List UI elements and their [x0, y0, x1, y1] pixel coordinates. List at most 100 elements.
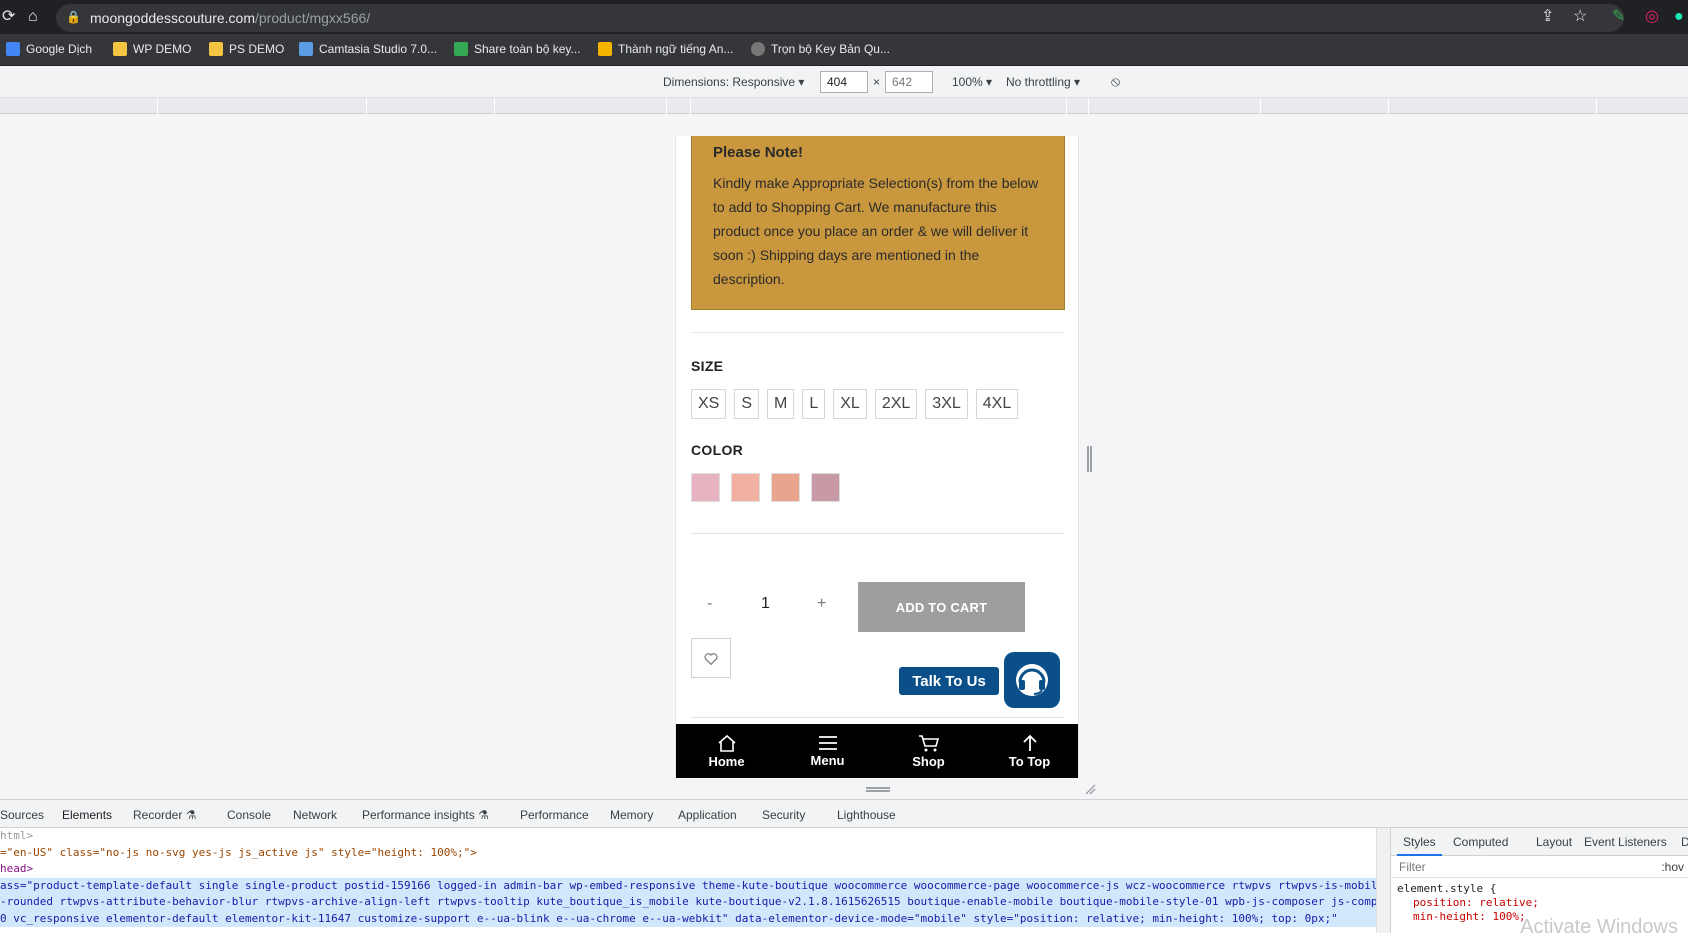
tab-network[interactable]: Network: [293, 808, 337, 822]
flag-icon: [454, 42, 468, 56]
bookmark-label: Thành ngữ tiếng An...: [618, 42, 734, 56]
bookmark-label: Share toàn bộ key...: [474, 42, 581, 56]
size-option-3xl[interactable]: 3XL: [925, 389, 968, 419]
tab-application[interactable]: Application: [678, 808, 737, 822]
bottom-nav: Home Menu Shop To Top: [676, 724, 1078, 778]
divider: [691, 332, 1065, 333]
filter-input[interactable]: Filter: [1399, 860, 1426, 874]
bookmark-wp-demo[interactable]: WP DEMO: [113, 42, 191, 56]
color-swatch[interactable]: [811, 473, 840, 502]
resize-handle-right[interactable]: [1087, 446, 1092, 472]
tab-security[interactable]: Security: [762, 808, 805, 822]
size-option-m[interactable]: M: [767, 389, 795, 419]
color-label: COLOR: [691, 442, 744, 458]
bookmark-google-dich[interactable]: Google Dịch: [6, 42, 92, 56]
tab-layout[interactable]: Layout: [1536, 835, 1572, 849]
color-swatch[interactable]: [771, 473, 800, 502]
tab-performance-insights[interactable]: Performance insights ⚗: [362, 808, 489, 822]
quantity-stepper: - 1 +: [691, 581, 841, 631]
throttle-label: No throttling: [1006, 75, 1071, 89]
width-input[interactable]: 404: [820, 71, 868, 93]
code-line[interactable]: head>: [0, 861, 1376, 878]
color-options: [691, 473, 840, 502]
device-toolbar: Dimensions: Responsive ▾ 404 × 642 100% …: [0, 66, 1688, 98]
size-option-xs[interactable]: XS: [691, 389, 727, 419]
wishlist-button[interactable]: [691, 638, 731, 678]
url-text[interactable]: moongoddesscouture.com/product/mgxx566/: [90, 10, 370, 26]
size-option-xl[interactable]: XL: [833, 389, 867, 419]
reload-icon[interactable]: ⟳: [2, 9, 15, 25]
bookmark-tron-bo-key[interactable]: Trọn bộ Key Bản Qu...: [751, 42, 890, 56]
bookmark-camtasia[interactable]: Camtasia Studio 7.0...: [299, 42, 437, 56]
dimensions-select[interactable]: Dimensions: Responsive ▾: [663, 75, 804, 89]
lock-icon[interactable]: 🔒: [66, 9, 81, 25]
nav-to-top[interactable]: To Top: [979, 724, 1078, 778]
devtools-tabs: Sources Elements Recorder ⚗ Console Netw…: [0, 799, 1688, 830]
nav-home[interactable]: Home: [676, 724, 777, 778]
code-line-selected[interactable]: ass="product-template-default single sin…: [0, 877, 1376, 894]
tab-elements[interactable]: Elements: [51, 808, 123, 830]
folder-icon: [113, 42, 127, 56]
throttle-select[interactable]: No throttling ▾: [1006, 75, 1080, 89]
hov-toggle[interactable]: :hov: [1661, 860, 1684, 874]
tab-performance[interactable]: Performance: [520, 808, 589, 822]
bookmark-label: WP DEMO: [133, 42, 192, 56]
size-option-4xl[interactable]: 4XL: [975, 389, 1019, 419]
qty-minus-button[interactable]: -: [707, 595, 712, 613]
bookmarks-bar: Google Dịch WP DEMO PS DEMO Camtasia Stu…: [0, 34, 1688, 66]
resize-corner-icon[interactable]: [1084, 783, 1096, 795]
elements-scrollbar[interactable]: [1376, 828, 1390, 933]
times-sign: ×: [873, 75, 881, 89]
styles-filter[interactable]: Filter :hov: [1391, 856, 1688, 878]
tab-memory[interactable]: Memory: [610, 808, 653, 822]
tab-console[interactable]: Console: [227, 808, 271, 822]
extension-icon[interactable]: ✎: [1612, 9, 1625, 25]
height-input[interactable]: 642: [885, 71, 933, 93]
size-option-2xl[interactable]: 2XL: [874, 389, 918, 419]
media-query-ruler[interactable]: [0, 98, 1688, 114]
code-line[interactable]: ="en-US" class="no-js no-svg yes-js js_a…: [0, 845, 1376, 862]
size-option-l[interactable]: L: [802, 389, 826, 419]
zoom-select[interactable]: 100% ▾: [952, 75, 992, 89]
code-line-selected[interactable]: -rounded rtwpvs-attribute-behavior-blur …: [0, 894, 1376, 911]
tab-more[interactable]: D: [1681, 835, 1688, 849]
tab-lighthouse[interactable]: Lighthouse: [837, 808, 896, 822]
styles-tabs: Styles Computed Layout Event Listeners D: [1391, 828, 1688, 856]
color-swatch[interactable]: [731, 473, 760, 502]
tab-computed[interactable]: Computed: [1453, 835, 1508, 849]
rotate-icon[interactable]: ⦸: [1111, 73, 1120, 90]
size-option-s[interactable]: S: [734, 389, 760, 419]
nav-shop[interactable]: Shop: [878, 724, 979, 778]
extension-green-icon[interactable]: ●: [1674, 9, 1684, 25]
style-prop[interactable]: position: relative;: [1397, 896, 1682, 910]
extension-color-icon[interactable]: ◎: [1645, 9, 1659, 25]
nav-shop-label: Shop: [912, 753, 945, 769]
code-line-selected[interactable]: 0 vc_responsive elementor-default elemen…: [0, 910, 1376, 927]
pencil-icon: [598, 42, 612, 56]
home-icon[interactable]: ⌂: [28, 9, 38, 25]
device-viewport: Please Note! Kindly make Appropriate Sel…: [675, 136, 1079, 778]
size-label: SIZE: [691, 358, 724, 374]
tab-sources[interactable]: Sources: [0, 808, 44, 822]
tab-styles[interactable]: Styles: [1397, 835, 1442, 856]
add-to-cart-button[interactable]: ADD TO CART: [858, 582, 1025, 632]
share-icon[interactable]: ⇪: [1541, 9, 1554, 25]
note-body: Kindly make Appropriate Selection(s) fro…: [713, 175, 1039, 287]
cart-icon: [918, 734, 939, 751]
code-line[interactable]: html>: [0, 828, 1376, 845]
talk-to-us-button[interactable]: Talk To Us: [899, 667, 999, 695]
resize-handle-bottom[interactable]: [866, 787, 890, 792]
bookmark-thanh-ngu[interactable]: Thành ngữ tiếng An...: [598, 42, 733, 56]
qty-value[interactable]: 1: [761, 595, 770, 613]
tab-recorder[interactable]: Recorder ⚗: [133, 808, 196, 822]
nav-menu[interactable]: Menu: [777, 724, 878, 778]
color-swatch[interactable]: [691, 473, 720, 502]
size-options: XS S M L XL 2XL 3XL 4XL: [691, 389, 1019, 419]
style-selector[interactable]: element.style {: [1397, 882, 1682, 896]
bookmark-ps-demo[interactable]: PS DEMO: [209, 42, 284, 56]
support-chat-button[interactable]: [1004, 652, 1060, 708]
star-icon[interactable]: ☆: [1573, 9, 1587, 25]
tab-event-listeners[interactable]: Event Listeners: [1584, 835, 1667, 849]
bookmark-share-key[interactable]: Share toàn bộ key...: [454, 42, 581, 56]
qty-plus-button[interactable]: +: [817, 595, 826, 613]
